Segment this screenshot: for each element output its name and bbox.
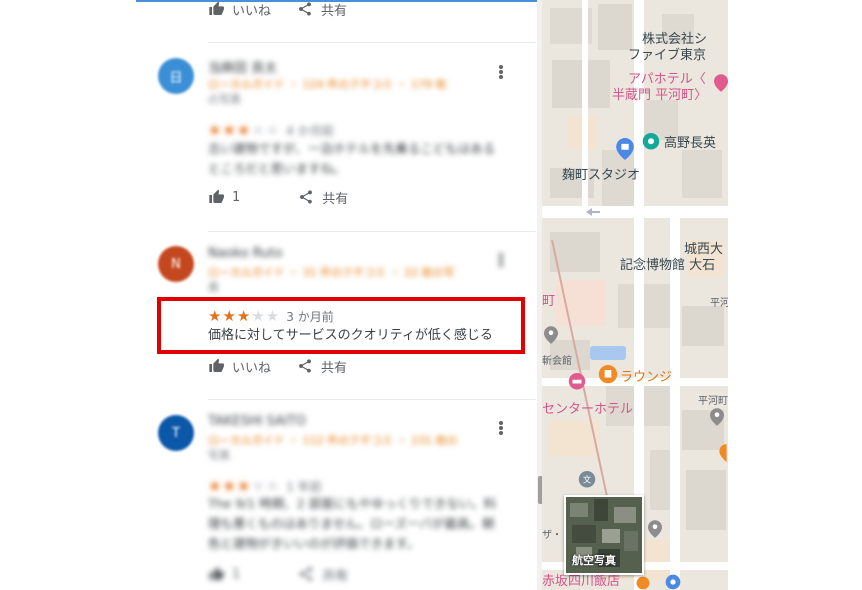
review-divider (208, 399, 536, 400)
map-label[interactable]: ラウンジ (620, 370, 672, 386)
share-button[interactable]: 共有 (297, 0, 347, 19)
review-text-line: The 9/1 時期、2 部屋にもやゆっくりできない。料 (208, 496, 497, 511)
reviews-panel: いいね 共有 日 当麻田 良太 ローカルガイド ・ 124 件のクチコミ ・ 1… (136, 0, 539, 590)
place-marker-icon[interactable] (648, 520, 662, 538)
like-label: いいね (232, 360, 272, 376)
map-label[interactable]: 高野長英 (664, 136, 716, 152)
like-button[interactable]: 1 (208, 566, 240, 582)
map-label[interactable]: 町 (542, 294, 555, 310)
map-label: 平河町 (698, 396, 728, 407)
more-options-button[interactable] (494, 250, 508, 270)
share-label: 共有 (321, 3, 348, 19)
landmark-marker-icon[interactable] (642, 132, 660, 152)
share-label: 共有 (322, 191, 349, 207)
reviewer-meta-line: ローカルガイド ・ 31 件のクチコミ ・ 22 枚の写 (208, 266, 455, 279)
map-label[interactable]: 株式会社シ (642, 32, 707, 48)
more-options-button[interactable] (494, 418, 508, 438)
map-label[interactable]: 赤坂四川飯店 (542, 574, 620, 590)
reviewer-name[interactable]: Naoko Ruto (208, 246, 283, 261)
place-marker-icon[interactable] (544, 326, 558, 344)
share-icon (300, 190, 313, 204)
more-options-button[interactable] (494, 62, 508, 82)
share-icon (300, 567, 313, 581)
review-date: 1 年前 (286, 479, 322, 494)
transit-marker-icon[interactable] (664, 574, 682, 590)
map-label[interactable]: 記念博物館 大石 (620, 258, 715, 274)
share-button[interactable]: 共有 (298, 188, 348, 207)
hotel-marker-icon[interactable] (714, 74, 728, 92)
svg-text:文: 文 (583, 474, 591, 484)
review-actions: 1 共有 (208, 186, 348, 208)
reviewer-meta: ローカルガイド ・ 31 件のクチコミ ・ 22 枚の写 真 (208, 265, 488, 295)
review-text: The 9/1 時期、2 部屋にもやゆっくりできない。料 理も悪くものはありませ… (208, 494, 498, 554)
place-marker-icon[interactable] (718, 444, 728, 462)
reviewer-meta-line: ローカルガイド ・ 112 件のクチコミ ・ 231 枚の (208, 434, 458, 447)
review-date: 4 か月前 (286, 123, 334, 138)
rating-line: ★★★★★ 4 か月前 (208, 121, 334, 139)
review-actions: いいね 共有 (208, 355, 347, 377)
thumbs-up-icon (209, 358, 224, 372)
reviewer-meta-line: 真 (208, 281, 219, 294)
rating-line: ★★★★★ 1 年前 (208, 477, 322, 495)
avatar-initial: N (171, 256, 181, 272)
share-label: 共有 (322, 568, 349, 584)
like-count: 1 (232, 566, 241, 582)
like-button[interactable]: いいね (208, 0, 271, 19)
map-label[interactable]: ザ・ (542, 528, 562, 544)
reviewer-meta-line: の写真 (208, 93, 241, 106)
share-button[interactable]: 共有 (297, 357, 347, 376)
review-text-line: 古い建物ですが、一泊ホテルを先乗るこどもはある (208, 141, 496, 156)
map-label[interactable]: 斬会館 (542, 354, 572, 370)
like-count: 1 (232, 189, 241, 205)
review-divider (208, 42, 536, 43)
map-label[interactable]: 麹町スタジオ (562, 168, 640, 184)
map-label: 平河 (710, 298, 728, 309)
star-rating: ★★★★★ (208, 121, 281, 139)
satellite-view-toggle[interactable]: 航空写真 (564, 495, 644, 575)
avatar-initial: 日 (169, 70, 183, 86)
reviewer-meta-line: ローカルガイド ・ 124 件のクチコミ ・ 179 枚 (208, 78, 447, 91)
reviewer-name[interactable]: TAKESHI SAITO (208, 414, 306, 429)
share-icon (299, 359, 312, 373)
map-label[interactable]: センターホテル (542, 402, 633, 418)
reviewer-avatar[interactable]: 日 (158, 58, 194, 94)
highlight-box (157, 297, 525, 354)
map-label[interactable]: ファイブ東京 (628, 48, 706, 64)
reviewer-avatar[interactable]: N (158, 246, 194, 282)
review-actions: 1 共有 (208, 563, 348, 585)
thumbs-up-icon (209, 1, 224, 15)
thumbs-up-icon (209, 566, 224, 580)
star-rating: ★★★★★ (208, 477, 281, 495)
lounge-marker-icon[interactable] (598, 364, 618, 386)
restaurant-marker-icon[interactable] (636, 576, 650, 590)
like-button[interactable]: いいね (208, 357, 271, 376)
like-label: いいね (232, 3, 272, 19)
map-label[interactable]: アパホテル〈 (628, 72, 706, 88)
hotel-bed-icon[interactable] (568, 372, 586, 392)
review-text-line: ところだと思いますね。 (208, 161, 346, 176)
review-text-line: 色と建物がきいいのが評価できます。 (208, 536, 420, 551)
map-view[interactable]: 文 株式会社シ ファイブ東京 アパホテル〈 半蔵門 平河町〉 高野長英 麹町スタ… (542, 0, 728, 590)
reviewer-meta-line: 写真 (208, 449, 230, 462)
avatar-initial: T (172, 425, 180, 441)
shopping-marker-icon[interactable] (616, 138, 634, 160)
review-text-line: 理も悪くものはありません。ローズ一バが最高。朝 (208, 516, 495, 531)
reviewer-name[interactable]: 当麻田 良太 (208, 57, 277, 76)
previous-review-actions: いいね 共有 (208, 0, 347, 20)
place-marker-icon[interactable] (710, 408, 724, 426)
reviewer-meta: ローカルガイド ・ 112 件のクチコミ ・ 231 枚の 写真 (208, 433, 488, 463)
share-label: 共有 (321, 360, 348, 376)
like-button[interactable]: 1 (208, 189, 240, 205)
map-label[interactable]: 半蔵門 平河町〉 (612, 88, 707, 104)
review-divider (208, 231, 536, 232)
share-button[interactable]: 共有 (298, 565, 348, 584)
map-label[interactable]: 城西大 (684, 242, 723, 258)
reviewer-meta: ローカルガイド ・ 124 件のクチコミ ・ 179 枚 の写真 (208, 77, 488, 107)
thumbs-up-icon (209, 189, 224, 203)
review-text: 古い建物ですが、一泊ホテルを先乗るこどもはある ところだと思いますね。 (208, 139, 498, 179)
reviewer-avatar[interactable]: T (158, 415, 194, 451)
satellite-label: 航空写真 (572, 554, 616, 567)
share-icon (299, 2, 312, 16)
school-marker-icon[interactable]: 文 (578, 470, 596, 490)
